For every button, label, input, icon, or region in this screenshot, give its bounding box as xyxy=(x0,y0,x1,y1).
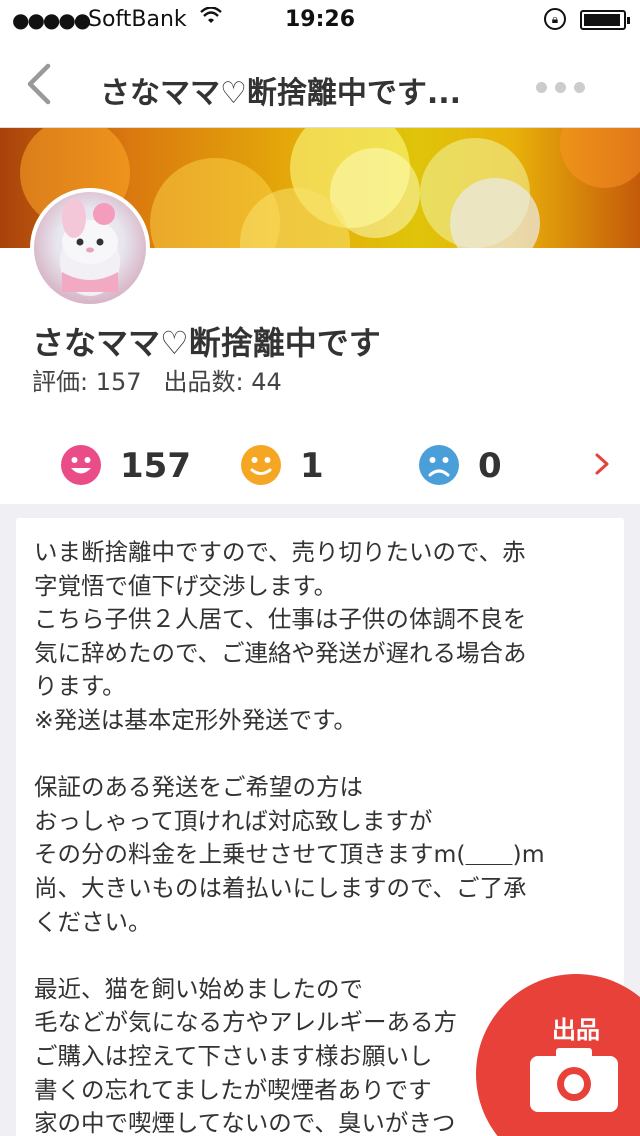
smile-face-icon xyxy=(61,445,101,485)
more-dots-icon xyxy=(536,82,547,93)
rating-count: 評価: 157 xyxy=(32,368,142,396)
camera-icon xyxy=(530,1048,618,1112)
listing-count: 出品数: 44 xyxy=(163,368,282,396)
back-button[interactable] xyxy=(22,60,62,108)
status-bar: ●●●●● SoftBank 19:26 🔒︎ xyxy=(0,0,640,40)
page-title: さなママ♡断捨離中です... xyxy=(100,76,462,111)
rating-normal-count: 1 xyxy=(300,446,324,486)
more-options-button[interactable] xyxy=(536,78,596,93)
rating-good-count: 157 xyxy=(120,446,191,486)
avatar[interactable] xyxy=(30,188,150,308)
rating-bad-count: 0 xyxy=(478,446,502,486)
chevron-right-icon[interactable] xyxy=(592,450,612,478)
sad-face-icon xyxy=(419,445,459,485)
chevron-left-icon xyxy=(27,63,51,105)
user-profile-screen: ●●●●● SoftBank 19:26 🔒︎ さなママ♡断捨離中です... さ… xyxy=(0,0,640,1136)
sell-button-label: 出品 xyxy=(552,1016,600,1044)
rotation-lock-icon: 🔒︎ xyxy=(544,8,566,30)
neutral-face-icon xyxy=(241,445,281,485)
profile-stats: 評価: 157 出品数: 44 xyxy=(32,362,282,397)
rating-summary[interactable]: 157 1 0 xyxy=(0,428,640,504)
navigation-bar: さなママ♡断捨離中です... xyxy=(0,40,640,128)
battery-icon xyxy=(580,10,630,30)
user-name: さなママ♡断捨離中です xyxy=(32,324,381,362)
